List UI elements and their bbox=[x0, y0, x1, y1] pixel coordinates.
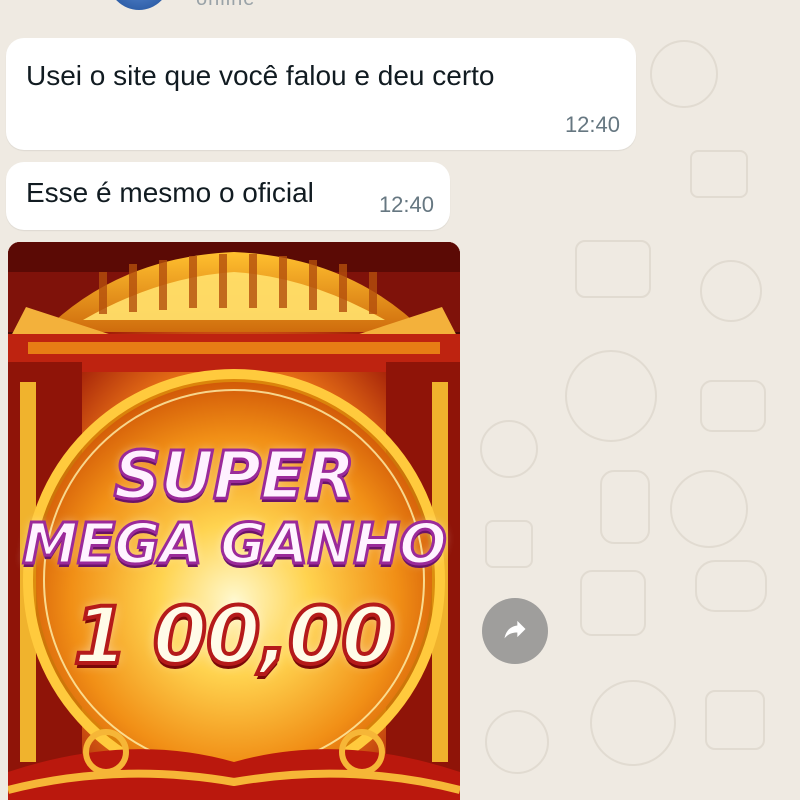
doodle-shape bbox=[700, 380, 766, 432]
doodle-shape bbox=[695, 560, 767, 612]
message-bubble[interactable]: Usei o site que você falou e deu certo 1… bbox=[6, 38, 636, 150]
doodle-shape bbox=[485, 710, 549, 774]
forward-button[interactable] bbox=[482, 598, 548, 664]
doodle-shape bbox=[575, 240, 651, 298]
message-bubble[interactable]: Esse é mesmo o oficial 12:40 bbox=[6, 162, 450, 230]
doodle-shape bbox=[590, 680, 676, 766]
doodle-shape bbox=[600, 470, 650, 544]
doodle-shape bbox=[485, 520, 533, 568]
image-message[interactable]: SUPER MEGA GANHO 1 00,00 bbox=[8, 242, 460, 800]
message-text: Usei o site que você falou e deu certo bbox=[26, 60, 495, 91]
doodle-shape bbox=[705, 690, 765, 750]
doodle-shape bbox=[690, 150, 748, 198]
win-title-line-1: SUPER bbox=[112, 436, 356, 516]
message-time: 12:40 bbox=[378, 192, 434, 217]
win-title-line-2: MEGA GANHO bbox=[21, 511, 448, 579]
doodle-shape bbox=[700, 260, 762, 322]
message-text: Esse é mesmo o oficial bbox=[26, 177, 314, 208]
doodle-shape bbox=[565, 350, 657, 442]
doodle-shape bbox=[650, 40, 718, 108]
doodle-shape bbox=[480, 420, 538, 478]
contact-status: online bbox=[196, 0, 255, 11]
doodle-shape bbox=[580, 570, 646, 636]
message-time: 12:40 bbox=[564, 112, 620, 137]
doodle-shape bbox=[670, 470, 748, 548]
forward-icon bbox=[501, 615, 529, 648]
win-amount: 1 00,00 bbox=[71, 590, 397, 684]
